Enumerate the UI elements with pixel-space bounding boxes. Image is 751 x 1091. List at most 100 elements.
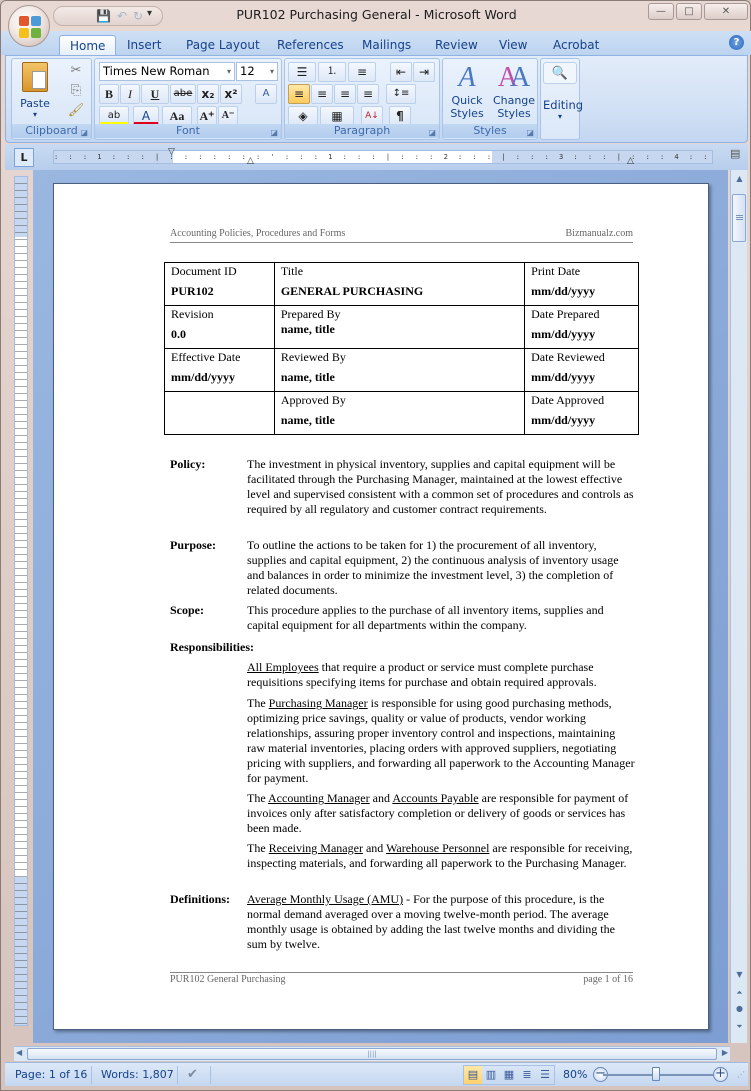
italic-button[interactable]: I: [120, 84, 140, 104]
horizontal-scroll-thumb[interactable]: ||||: [27, 1048, 717, 1060]
underline-button[interactable]: U: [141, 84, 169, 104]
table-cell: Prepared By name, title: [273, 305, 526, 349]
table-cell: Print Date mm/dd/yyyy: [524, 262, 639, 306]
numbering-button[interactable]: ⒈: [318, 62, 346, 82]
clipboard-group-label: Clipboard: [12, 124, 91, 138]
maximize-button[interactable]: □: [676, 3, 702, 20]
scroll-up-icon[interactable]: ▲: [733, 174, 746, 187]
resize-grip-icon[interactable]: ⋰: [737, 1067, 745, 1083]
next-page-icon[interactable]: ⏷: [733, 1022, 746, 1035]
shading-button[interactable]: ◈: [288, 106, 318, 126]
font-size-combo[interactable]: 12 ▾: [236, 62, 278, 81]
page-count[interactable]: Page: 1 of 16: [15, 1067, 87, 1083]
office-button[interactable]: [8, 5, 50, 47]
sort-button[interactable]: A↓: [361, 106, 383, 126]
vertical-scroll-thumb[interactable]: [732, 194, 746, 242]
section-label: Scope:: [170, 603, 204, 617]
paste-button[interactable]: Paste ▾: [15, 62, 55, 120]
minimize-button[interactable]: —: [648, 3, 674, 20]
tab-mailings[interactable]: Mailings: [352, 35, 421, 55]
vertical-ruler[interactable]: [14, 176, 28, 1026]
center-button[interactable]: ≡: [311, 84, 333, 104]
tab-acrobat[interactable]: Acrobat: [543, 35, 609, 55]
proofing-icon[interactable]: ✔: [187, 1067, 198, 1083]
zoom-slider-thumb[interactable]: [652, 1067, 660, 1081]
browse-object-icon[interactable]: ●: [733, 1004, 746, 1017]
word-count[interactable]: Words: 1,807: [101, 1067, 174, 1083]
scroll-left-icon[interactable]: ◀: [16, 1048, 22, 1057]
full-screen-reading-view-icon[interactable]: ▥: [482, 1066, 500, 1084]
change-case-button[interactable]: Aa: [162, 106, 192, 126]
align-right-button[interactable]: ≡: [334, 84, 356, 104]
borders-button[interactable]: ▦: [320, 106, 354, 126]
definition-term: Average Monthly Usage (AMU): [247, 892, 404, 906]
web-layout-view-icon[interactable]: ▦: [500, 1066, 518, 1084]
paragraph-launcher-icon[interactable]: ◪: [428, 128, 436, 137]
vertical-scrollbar[interactable]: ▲ ▼ ⏶ ● ⏷: [730, 170, 747, 1043]
table-cell: Date Reviewed mm/dd/yyyy: [524, 348, 639, 392]
draft-view-icon[interactable]: ☰: [536, 1066, 554, 1084]
tab-page-layout[interactable]: Page Layout: [176, 35, 270, 55]
font-launcher-icon[interactable]: ◪: [270, 128, 278, 137]
align-left-button[interactable]: ≡: [288, 84, 310, 104]
tab-view[interactable]: View: [489, 35, 537, 55]
status-bar: Page: 1 of 16 Words: 1,807 ✔ ▤ ▥ ▦ ≣ ☰ 8…: [5, 1062, 748, 1086]
outline-view-icon[interactable]: ≣: [518, 1066, 536, 1084]
grow-font-button[interactable]: A⁺: [197, 106, 217, 126]
scroll-right-icon[interactable]: ▶: [722, 1048, 728, 1057]
subscript-button[interactable]: x₂: [197, 84, 219, 104]
ribbon-tabs: Home Insert Page Layout References Maili…: [1, 31, 751, 55]
header-right-text: Bizmanualz.com: [565, 228, 633, 239]
left-indent-marker[interactable]: △: [247, 156, 254, 166]
tab-review[interactable]: Review: [425, 35, 488, 55]
increase-indent-button[interactable]: ⇥: [413, 62, 435, 82]
zoom-level[interactable]: 80%: [563, 1067, 587, 1083]
tab-home[interactable]: Home: [59, 35, 117, 55]
close-button[interactable]: ✕: [704, 3, 748, 20]
font-name-combo[interactable]: Times New Roman ▾: [99, 62, 235, 81]
table-cell: Document ID PUR102: [164, 262, 275, 306]
help-icon[interactable]: ?: [729, 35, 744, 50]
first-line-indent-marker[interactable]: ▽: [168, 147, 175, 157]
zoom-in-button[interactable]: +: [713, 1067, 728, 1082]
clipboard-launcher-icon[interactable]: ◪: [80, 128, 88, 137]
superscript-button[interactable]: x²: [220, 84, 242, 104]
right-indent-marker[interactable]: △: [627, 156, 634, 166]
section-text: To outline the actions to be taken for 1…: [247, 538, 619, 597]
multilevel-list-button[interactable]: ≡: [348, 62, 376, 82]
highlight-button[interactable]: ab: [99, 106, 129, 126]
page-footer: PUR102 General Purchasing page 1 of 16: [170, 972, 633, 986]
quick-styles-button[interactable]: A Quick Styles: [445, 62, 489, 120]
shrink-font-button[interactable]: A⁻: [218, 106, 238, 126]
chevron-down-icon: ▾: [226, 67, 231, 76]
line-spacing-button[interactable]: ↕≡: [386, 84, 416, 104]
document-page[interactable]: Accounting Policies, Procedures and Form…: [53, 183, 709, 1030]
editing-button[interactable]: 🔍 Editing ▾: [543, 62, 583, 121]
scroll-down-icon[interactable]: ▼: [733, 970, 746, 983]
window-title: PUR102 Purchasing General - Microsoft Wo…: [236, 7, 517, 22]
cut-icon[interactable]: ✂: [66, 63, 86, 78]
copy-icon[interactable]: ⎘: [66, 83, 86, 98]
styles-launcher-icon[interactable]: ◪: [526, 128, 534, 137]
show-marks-button[interactable]: ¶: [389, 106, 411, 126]
ruler-row: L : : : 1 : : : | : : : : : : : ' : : : …: [5, 144, 748, 170]
justify-button[interactable]: ≡: [357, 84, 379, 104]
bold-button[interactable]: B: [99, 84, 119, 104]
title-bar: 💾 ↶ ↻ ▾ PUR102 Purchasing General - Micr…: [1, 1, 751, 47]
horizontal-scrollbar[interactable]: ◀ |||| ▶: [14, 1046, 730, 1061]
view-ruler-icon[interactable]: ▤: [730, 147, 746, 165]
tab-references[interactable]: References: [267, 35, 354, 55]
font-color-button[interactable]: A: [133, 106, 159, 126]
bullets-button[interactable]: ☰: [288, 62, 316, 82]
tab-stop-selector[interactable]: L: [14, 148, 34, 167]
strikethrough-button[interactable]: abe: [170, 84, 196, 104]
change-styles-button[interactable]: AA Change Styles: [491, 62, 537, 120]
tab-insert[interactable]: Insert: [117, 35, 171, 55]
horizontal-ruler[interactable]: : : : 1 : : : | : : : : : : : ' : : : 1 …: [53, 147, 713, 166]
previous-page-icon[interactable]: ⏶: [733, 988, 746, 1001]
format-painter-icon[interactable]: 🖌: [66, 103, 86, 118]
document-area: Accounting Policies, Procedures and Form…: [33, 170, 728, 1043]
clear-formatting-button[interactable]: A: [255, 84, 277, 104]
decrease-indent-button[interactable]: ⇤: [390, 62, 412, 82]
print-layout-view-icon[interactable]: ▤: [464, 1066, 482, 1084]
